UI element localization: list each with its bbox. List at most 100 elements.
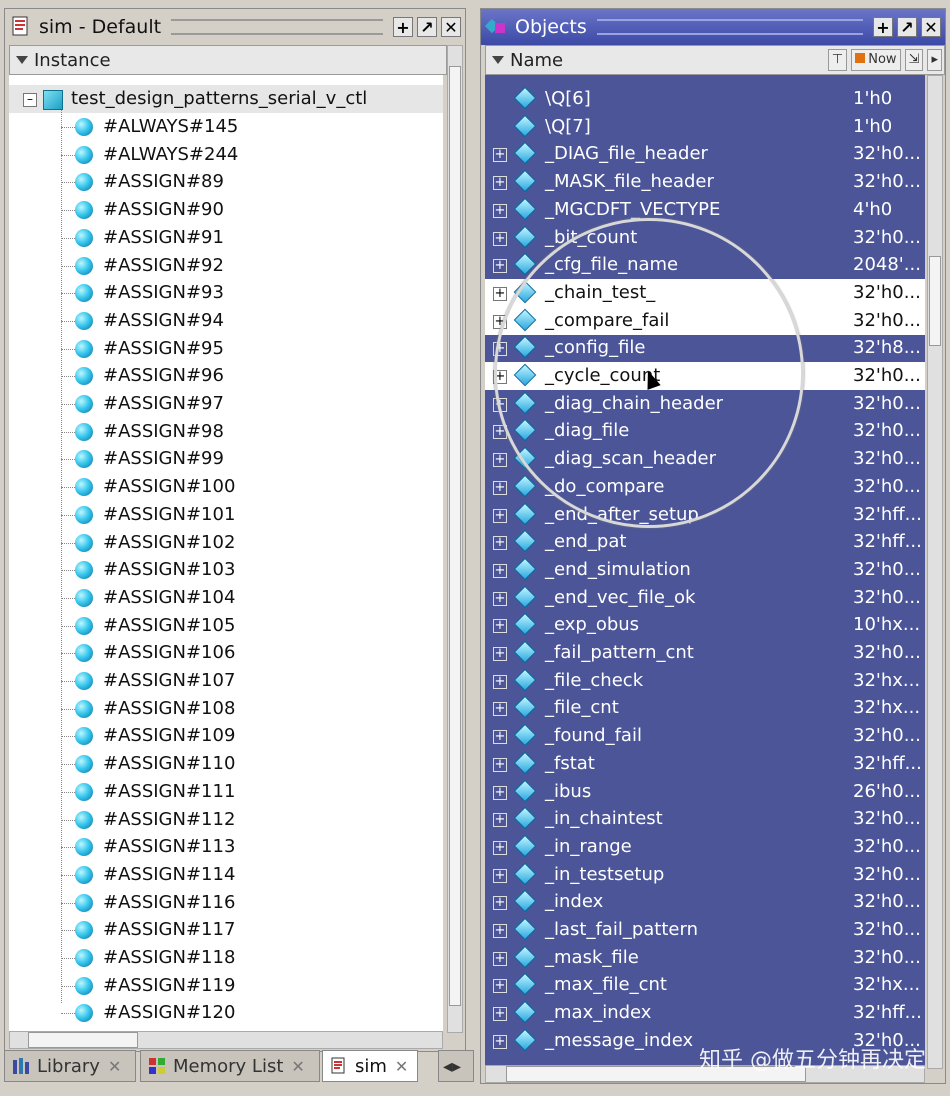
tab-sim[interactable]: sim ✕ <box>322 1050 418 1082</box>
tree-item[interactable]: #ALWAYS#244 <box>9 141 443 169</box>
add-icon[interactable]: + <box>393 17 413 37</box>
objects-column-header[interactable]: Name ⊤ Now ⇲ ▸ <box>485 45 945 75</box>
expand-icon[interactable]: + <box>493 757 507 772</box>
now-button[interactable]: Now <box>851 49 901 71</box>
expand-icon[interactable]: + <box>493 508 507 523</box>
object-row[interactable]: \Q[6] 1'h0 <box>485 85 925 113</box>
expand-icon[interactable]: + <box>493 813 507 828</box>
object-row[interactable]: + _MGCDFT_VECTYPE 4'h0 <box>485 196 925 224</box>
tree-item[interactable]: #ASSIGN#106 <box>9 639 443 667</box>
object-row[interactable]: + _mask_file 32'h0... <box>485 944 925 972</box>
object-row[interactable]: + _max_file_cnt 32'hx... <box>485 971 925 999</box>
object-row[interactable]: + _end_vec_file_ok 32'h0... <box>485 584 925 612</box>
tree-item[interactable]: #ASSIGN#96 <box>9 362 443 390</box>
object-row[interactable]: + _diag_chain_header 32'h0... <box>485 390 925 418</box>
tree-item[interactable]: #ALWAYS#145 <box>9 113 443 141</box>
more-icon[interactable]: ▸ <box>927 49 942 71</box>
tree-root-row[interactable]: – test_design_patterns_serial_v_ctl <box>9 85 443 113</box>
expand-icon[interactable]: + <box>493 148 507 163</box>
scroll-thumb[interactable] <box>28 1032 138 1048</box>
tree-item[interactable]: #ASSIGN#103 <box>9 556 443 584</box>
drag-grip[interactable] <box>596 19 863 35</box>
expand-icon[interactable]: + <box>493 314 507 329</box>
expand-icon[interactable]: + <box>493 342 507 357</box>
add-icon[interactable]: + <box>873 17 893 37</box>
expand-icon[interactable]: + <box>493 840 507 855</box>
undock-icon[interactable]: ↗ <box>897 17 917 37</box>
tree-item[interactable]: #ASSIGN#112 <box>9 806 443 834</box>
object-row[interactable]: + _MASK_file_header 32'h0... <box>485 168 925 196</box>
tree-item[interactable]: #ASSIGN#92 <box>9 252 443 280</box>
objects-list[interactable]: \Q[6] 1'h0 \Q[7] 1'h0 + _DIAG_file_header 32'h… <box>485 75 925 1065</box>
object-row[interactable]: + _DIAG_file_header 32'h0... <box>485 140 925 168</box>
object-row[interactable]: + _ibus 26'h0... <box>485 778 925 806</box>
expand-icon[interactable]: + <box>493 924 507 938</box>
object-row[interactable]: + _chain_test_ 32'h0... <box>485 278 925 307</box>
object-row[interactable]: + _config_file 32'h8... <box>485 334 925 362</box>
tree-item[interactable]: #ASSIGN#94 <box>9 307 443 335</box>
tab-memory-list[interactable]: Memory List ✕ <box>140 1050 320 1082</box>
object-row[interactable]: + _compare_fail 32'h0... <box>485 306 925 335</box>
object-row[interactable]: + _file_cnt 32'hx... <box>485 694 925 722</box>
close-icon[interactable]: ✕ <box>441 17 461 37</box>
object-row[interactable]: + _diag_scan_header 32'h0... <box>485 445 925 473</box>
object-row[interactable]: + _end_pat 32'hff... <box>485 528 925 556</box>
tree-item[interactable]: #ASSIGN#119 <box>9 972 443 1000</box>
expand-icon[interactable]: + <box>493 203 507 218</box>
object-row[interactable]: + _bit_count 32'h0... <box>485 224 925 252</box>
expand-icon[interactable]: + <box>493 951 507 966</box>
object-row[interactable]: + _in_chaintest 32'h0... <box>485 805 925 833</box>
object-row[interactable]: + _do_compare 32'h0... <box>485 473 925 501</box>
tree-item[interactable]: #ASSIGN#100 <box>9 473 443 501</box>
tree-item[interactable]: #ASSIGN#95 <box>9 335 443 363</box>
object-row[interactable]: + _index 32'h0... <box>485 888 925 916</box>
expand-icon[interactable]: + <box>493 370 507 384</box>
expand-icon[interactable]: + <box>493 1034 507 1049</box>
tree-item[interactable]: #ASSIGN#108 <box>9 695 443 723</box>
expand-icon[interactable]: + <box>493 286 507 301</box>
objects-vscrollbar[interactable] <box>927 75 943 1069</box>
tree-item[interactable]: #ASSIGN#91 <box>9 224 443 252</box>
object-row[interactable]: + _cycle_count 32'h0... <box>485 362 925 390</box>
object-row[interactable]: + _exp_obus 10'hx... <box>485 611 925 639</box>
collapse-icon[interactable]: – <box>23 93 37 107</box>
tree-item[interactable]: #ASSIGN#107 <box>9 667 443 695</box>
goto-icon[interactable]: ⇲ <box>904 49 924 71</box>
object-row[interactable]: + _fail_pattern_cnt 32'h0... <box>485 639 925 667</box>
instance-hscrollbar[interactable] <box>9 1031 443 1049</box>
expand-icon[interactable]: + <box>493 702 507 717</box>
tree-item[interactable]: #ASSIGN#111 <box>9 778 443 806</box>
tree-item[interactable]: #ASSIGN#99 <box>9 445 443 473</box>
tab-scroll-left-icon[interactable]: ◂ <box>443 1056 452 1077</box>
expand-icon[interactable]: + <box>493 397 507 412</box>
object-row[interactable]: + _max_index 32'hff... <box>485 999 925 1027</box>
sim-titlebar[interactable]: sim - Default + ↗ ✕ <box>5 9 465 45</box>
object-row[interactable]: + _found_fail 32'h0... <box>485 722 925 750</box>
tree-item[interactable]: #ASSIGN#117 <box>9 916 443 944</box>
expand-icon[interactable]: + <box>493 785 507 800</box>
object-row[interactable]: + _in_testsetup 32'h0... <box>485 861 925 889</box>
tree-item[interactable]: #ASSIGN#89 <box>9 168 443 196</box>
tab-library[interactable]: Library ✕ <box>4 1050 136 1082</box>
object-row[interactable]: + _end_simulation 32'h0... <box>485 556 925 584</box>
expand-icon[interactable]: + <box>493 868 507 883</box>
tree-item[interactable]: #ASSIGN#93 <box>9 279 443 307</box>
tree-item[interactable]: #ASSIGN#116 <box>9 889 443 917</box>
object-row[interactable]: \Q[7] 1'h0 <box>485 113 925 141</box>
object-row[interactable]: + _end_after_setup 32'hff... <box>485 501 925 529</box>
tree-item[interactable]: #ASSIGN#101 <box>9 501 443 529</box>
expand-icon[interactable]: + <box>493 231 507 246</box>
expand-icon[interactable]: + <box>493 647 507 661</box>
expand-icon[interactable]: + <box>493 425 507 440</box>
object-row[interactable]: + _fstat 32'hff... <box>485 750 925 778</box>
tree-item[interactable]: #ASSIGN#98 <box>9 418 443 446</box>
expand-icon[interactable]: + <box>493 674 507 689</box>
scroll-thumb[interactable] <box>449 66 461 1006</box>
sort-arrow-icon[interactable] <box>492 56 504 64</box>
tree-item[interactable]: #ASSIGN#110 <box>9 750 443 778</box>
close-icon[interactable]: ✕ <box>921 17 941 37</box>
instance-column-header[interactable]: Instance <box>9 45 447 75</box>
tab-scroll-right-icon[interactable]: ▸ <box>452 1056 461 1077</box>
tab-scroll-arrows[interactable]: ◂ ▸ <box>438 1050 474 1082</box>
object-row[interactable]: + _last_fail_pattern 32'h0... <box>485 916 925 944</box>
